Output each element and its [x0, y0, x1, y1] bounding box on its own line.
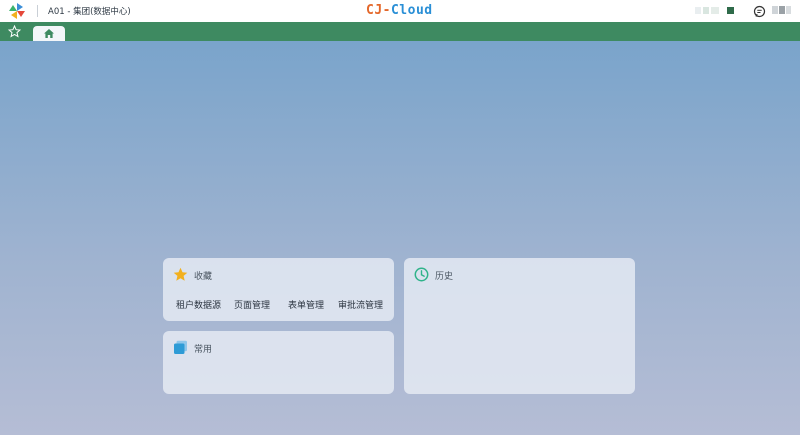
favorite-item-page-management[interactable]: 页面管理 [234, 298, 270, 311]
brand-part2: Cloud [390, 3, 433, 18]
org-name[interactable]: A01 - 集团(数据中心) [48, 5, 131, 17]
home-icon [44, 29, 54, 38]
brand-title: CJ-Cloud [366, 3, 433, 18]
common-panel: 常用 [163, 331, 394, 394]
favorites-title: 收藏 [194, 272, 213, 282]
favorite-item-approval-flow[interactable]: 审批流管理 [338, 298, 383, 311]
user-avatar[interactable] [772, 6, 792, 15]
divider [37, 5, 38, 17]
favorites-panel: 收藏 租户数据源 页面管理 表单管理 审批流管理 [163, 258, 394, 321]
star-outline-icon[interactable] [8, 25, 21, 38]
top-bar: A01 - 集团(数据中心) CJ-Cloud [0, 0, 800, 22]
star-icon [173, 267, 188, 281]
brand-part1: CJ- [366, 3, 391, 18]
favorites-list: 租户数据源 页面管理 表单管理 审批流管理 [176, 298, 391, 311]
common-title: 常用 [194, 345, 213, 355]
workspace-background: 收藏 租户数据源 页面管理 表单管理 审批流管理 常用 历史 [0, 41, 800, 435]
status-indicators [695, 7, 737, 15]
pinwheel-logo-icon[interactable] [8, 3, 26, 19]
favorite-item-form-management[interactable]: 表单管理 [288, 298, 324, 311]
tab-home[interactable] [33, 26, 65, 41]
favorite-item-tenant-datasource[interactable]: 租户数据源 [176, 298, 221, 311]
chat-bubble-icon[interactable] [753, 5, 766, 18]
clock-icon [414, 267, 429, 282]
history-title: 历史 [435, 272, 454, 282]
tab-bar [0, 22, 800, 41]
history-panel: 历史 [404, 258, 635, 394]
layers-icon [174, 340, 187, 354]
